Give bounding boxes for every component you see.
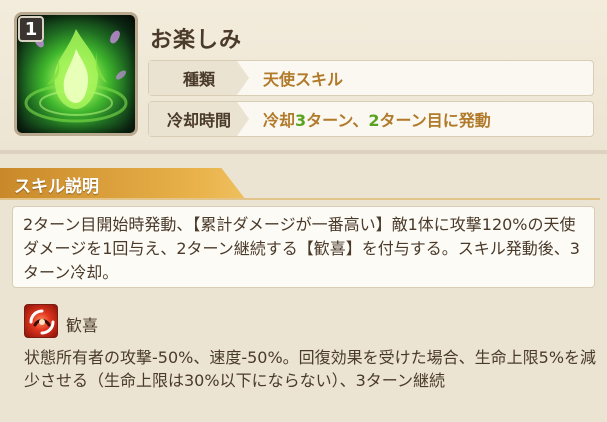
joy-status-icon — [24, 304, 58, 338]
skill-level-badge: 1 — [18, 16, 44, 42]
cooldown-turns: 3 — [295, 111, 307, 130]
activation-turn: 2 — [368, 111, 380, 130]
skill-type-value: 天使スキル — [263, 70, 344, 89]
cooldown-part: ターン、 — [306, 111, 369, 130]
status-effect-description: 状態所有者の攻撃-50%、速度-50%。回復効果を受けた場合、生命上限5%を減少… — [24, 348, 597, 390]
cooldown-label: 冷却時間 — [149, 102, 249, 136]
cooldown-part: ターン目に発動 — [379, 111, 491, 130]
cooldown-row: 冷却時間 冷却3ターン、2ターン目に発動 — [148, 101, 594, 137]
skill-description-tab: スキル説明 — [0, 168, 246, 200]
section-divider — [0, 150, 607, 154]
skill-name: お楽しみ — [150, 28, 243, 53]
status-effect-name: 歓喜 — [66, 316, 99, 335]
skill-type-label: 種類 — [149, 61, 249, 95]
skill-description-text: 2ターン目開始時発動、【累計ダメージが一番高い】敵1体に攻撃120%の天使ダメー… — [12, 206, 595, 288]
section-tab-underline — [0, 198, 600, 200]
skill-type-row: 種類 天使スキル — [148, 60, 594, 96]
cooldown-value: 冷却3ターン、2ターン目に発動 — [249, 107, 491, 131]
cooldown-part: 冷却 — [263, 111, 296, 130]
